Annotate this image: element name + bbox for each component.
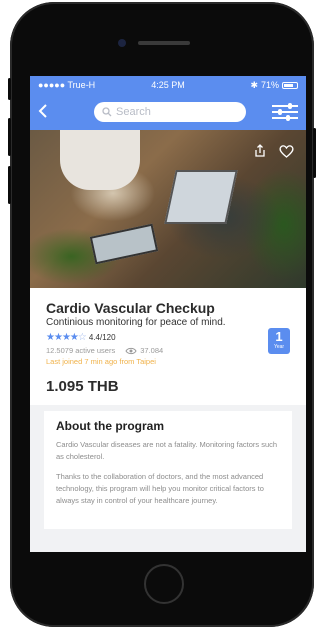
search-icon — [102, 107, 112, 117]
eye-icon — [125, 347, 137, 354]
star-icon: ★ — [53, 332, 63, 343]
screen: ●●●●● True-H 4:25 PM ✱ 71% Search Cardio… — [30, 76, 306, 552]
duration-unit: Year — [273, 344, 285, 350]
share-icon[interactable] — [253, 144, 267, 158]
mute-switch — [8, 78, 11, 100]
battery-icon — [282, 81, 299, 89]
star-icon: ★ — [69, 332, 79, 343]
carrier-label: ●●●●● True-H — [38, 80, 96, 90]
star-icon: ★ — [61, 332, 71, 343]
program-stats: 12.5079 active users 37.084 — [46, 346, 290, 355]
search-placeholder: Search — [116, 106, 151, 118]
program-hero-image — [30, 130, 306, 288]
last-joined: Last joined 7 min ago from Taipei — [46, 357, 156, 366]
about-section: About the program Cardio Vascular diseas… — [44, 411, 292, 529]
nav-bar: Search — [30, 94, 306, 130]
home-button[interactable] — [144, 564, 184, 604]
volume-up-button — [8, 118, 11, 156]
about-paragraph: Thanks to the collaboration of doctors, … — [56, 472, 264, 505]
heart-icon[interactable] — [279, 144, 294, 158]
front-camera — [118, 39, 126, 47]
about-paragraph: Cardio Vascular diseases are not a fatal… — [56, 440, 278, 461]
bluetooth-icon: ✱ — [250, 79, 258, 90]
active-users: 12.5079 active users — [46, 346, 116, 355]
rating-text: 4.4/120 — [88, 333, 116, 342]
earpiece-speaker — [138, 41, 190, 45]
back-icon[interactable] — [38, 102, 58, 123]
hero-person — [60, 130, 140, 190]
star-icon: ★ — [46, 332, 55, 343]
view-count: 37.084 — [140, 346, 164, 355]
hero-laptop — [164, 170, 238, 224]
battery-percent: 71% — [261, 80, 280, 90]
rating: ★ ★ ★ ★ ☆ 4.4/120 — [46, 332, 290, 343]
program-details: Cardio Vascular Checkup Continious monit… — [30, 288, 306, 552]
hero-tablet — [89, 223, 159, 265]
volume-down-button — [8, 166, 11, 204]
status-bar: ●●●●● True-H 4:25 PM ✱ 71% — [30, 76, 306, 94]
duration-number: 1 — [275, 329, 283, 344]
program-price: 1.095 THB — [46, 378, 119, 395]
search-input[interactable]: Search — [94, 102, 246, 122]
power-button — [313, 128, 316, 178]
duration-badge: 1 Year — [268, 328, 290, 354]
clock: 4:25 PM — [151, 80, 185, 90]
filter-icon[interactable] — [272, 101, 298, 123]
star-outline-icon: ☆ — [77, 332, 87, 343]
program-subtitle: Continious monitoring for peace of mind. — [46, 317, 226, 328]
about-heading: About the program — [56, 419, 164, 433]
program-title: Cardio Vascular Checkup — [46, 300, 215, 316]
